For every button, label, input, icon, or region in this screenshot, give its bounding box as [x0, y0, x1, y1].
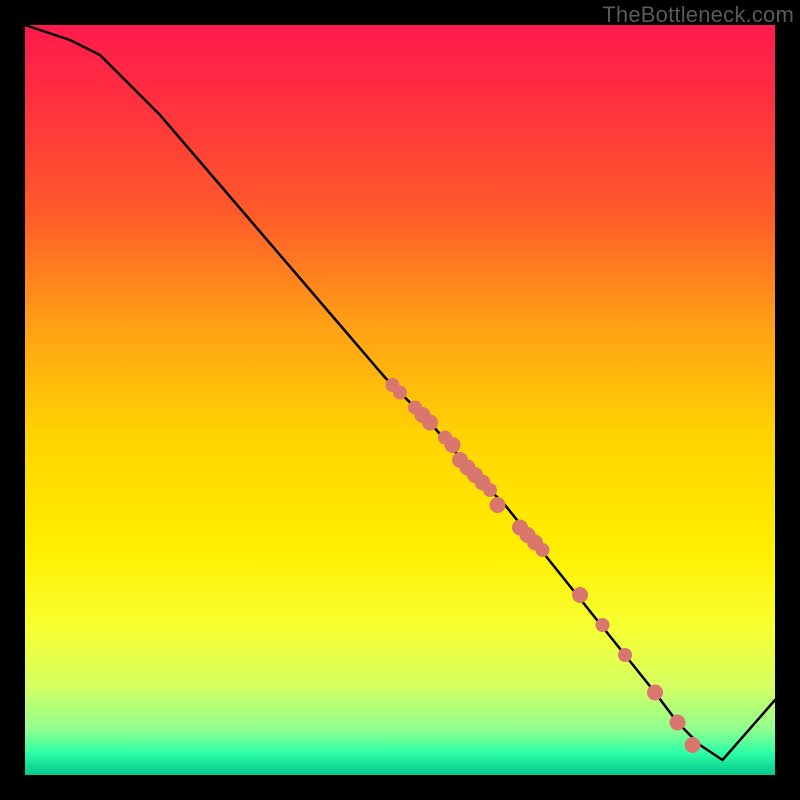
data-point: [483, 483, 497, 497]
data-point: [422, 415, 438, 431]
data-point: [393, 386, 407, 400]
data-point: [572, 587, 588, 603]
chart-svg: [25, 25, 775, 775]
plot-area: [25, 25, 775, 775]
data-point: [618, 648, 632, 662]
data-markers: [386, 378, 701, 753]
data-point: [670, 715, 686, 731]
data-point: [490, 497, 506, 513]
data-point: [445, 437, 461, 453]
chart-frame: TheBottleneck.com: [0, 0, 800, 800]
data-point: [536, 543, 550, 557]
watermark: TheBottleneck.com: [602, 2, 794, 28]
data-point: [647, 685, 663, 701]
data-point: [685, 737, 701, 753]
data-point: [596, 618, 610, 632]
